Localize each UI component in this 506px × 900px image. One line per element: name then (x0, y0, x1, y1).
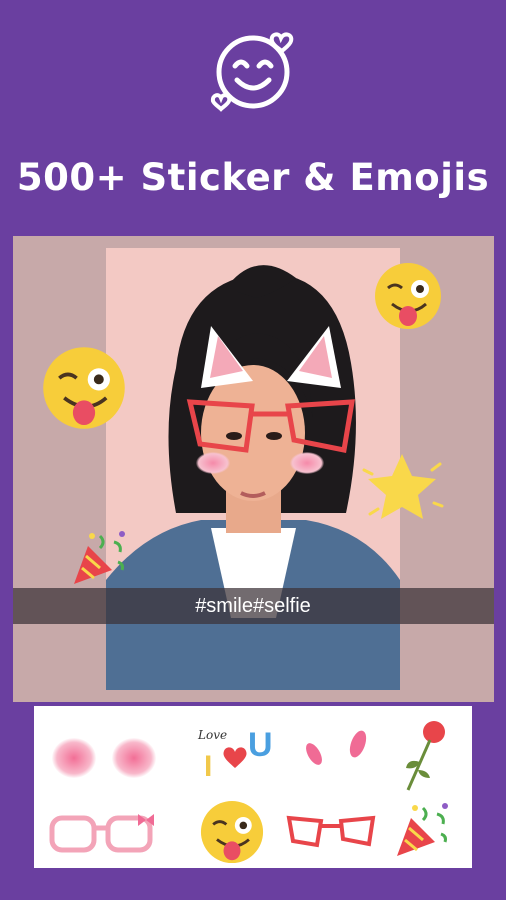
caption-text[interactable]: #smile#selfie (106, 588, 400, 624)
party-popper-icon[interactable] (392, 800, 452, 860)
winking-emoji-icon[interactable] (42, 346, 126, 430)
pink-glasses-sticker[interactable] (48, 810, 156, 856)
smiley-heart-icon (210, 32, 294, 112)
winking-emoji-icon[interactable] (374, 262, 442, 330)
u-letter: U (248, 726, 273, 764)
headline-title: 500+ Sticker & Emojis (16, 156, 490, 199)
heart-icon (223, 747, 247, 768)
pink-ears-sticker[interactable] (300, 726, 372, 770)
red-glasses-sticker[interactable] (186, 398, 356, 460)
star-icon[interactable] (356, 440, 448, 532)
party-popper-icon[interactable] (70, 528, 128, 588)
winking-emoji-icon[interactable] (200, 800, 264, 864)
love-text: Love (198, 728, 228, 742)
red-glasses-sticker[interactable] (286, 814, 376, 850)
blush-sticker[interactable] (52, 734, 162, 782)
cat-ears-sticker[interactable] (196, 318, 346, 398)
blush-right (290, 452, 324, 474)
rose-icon[interactable] (400, 718, 450, 796)
blush-left (196, 452, 230, 474)
i-love-you-sticker[interactable]: Love I U (196, 722, 278, 790)
i-letter: I (204, 750, 213, 783)
